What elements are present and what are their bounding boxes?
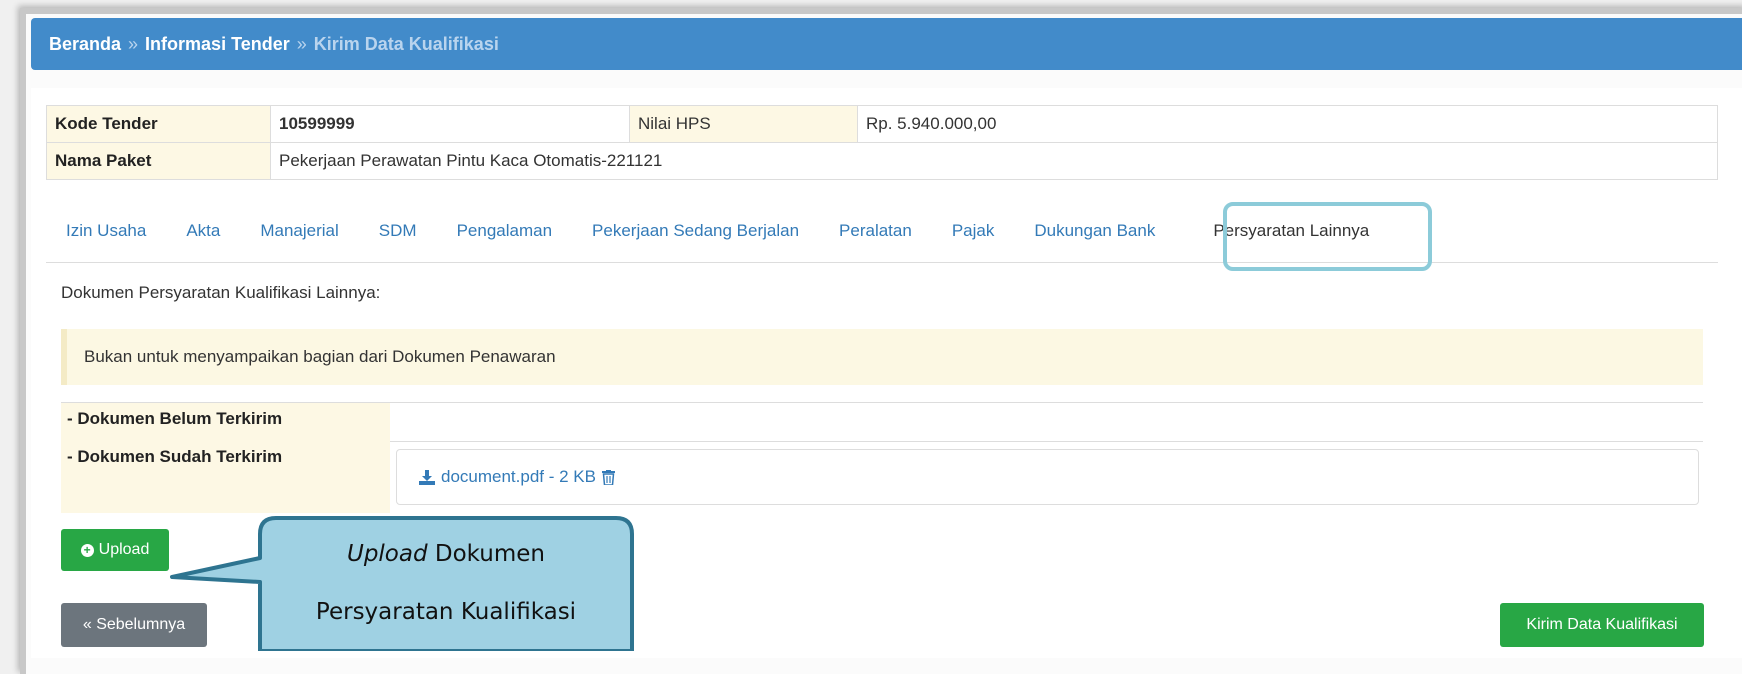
callout-line-1: Upload Dokumen [347, 525, 545, 583]
nilai-hps-value: Rp. 5.940.000,00 [857, 105, 1718, 143]
download-icon [419, 469, 435, 485]
breadcrumb-separator: » [128, 33, 139, 54]
nama-paket-value: Pekerjaan Perawatan Pintu Kaca Otomatis-… [270, 142, 1718, 180]
sent-file-box: document.pdf - 2 KB [396, 449, 1699, 505]
tab-izin-usaha[interactable]: Izin Usaha [46, 221, 166, 241]
upload-button-label: Upload [98, 541, 150, 558]
tab-pekerjaan-sedang-berjalan[interactable]: Pekerjaan Sedang Berjalan [572, 221, 819, 241]
breadcrumb-info[interactable]: Informasi Tender [145, 34, 290, 55]
tab-pajak[interactable]: Pajak [932, 221, 1015, 241]
table-row: Nama Paket Pekerjaan Perawatan Pintu Kac… [46, 142, 1718, 180]
trash-icon[interactable] [601, 469, 615, 485]
nama-paket-label: Nama Paket [46, 142, 271, 180]
kirim-data-kualifikasi-button[interactable]: Kirim Data Kualifikasi [1500, 603, 1704, 647]
upload-callout: Upload Dokumen Persyaratan Kualifikasi [160, 510, 640, 651]
table-row: Kode Tender 10599999 Nilai HPS Rp. 5.940… [46, 105, 1718, 143]
tab-pengalaman[interactable]: Pengalaman [437, 221, 572, 241]
breadcrumb-separator: » [296, 33, 307, 54]
file-download-link[interactable]: document.pdf - 2 KB [441, 467, 596, 487]
tab-akta[interactable]: Akta [166, 221, 240, 241]
dokumen-sudah-label: - Dokumen Sudah Terkirim [61, 441, 390, 513]
active-tab-highlight [1223, 202, 1432, 271]
breadcrumb-home[interactable]: Beranda [49, 34, 121, 55]
breadcrumb: Beranda » Informasi Tender » Kirim Data … [31, 18, 1742, 70]
kode-tender-value: 10599999 [270, 105, 630, 143]
upload-button[interactable]: + Upload [61, 529, 169, 571]
tab-dukungan-bank[interactable]: Dukungan Bank [1014, 221, 1175, 241]
tab-peralatan[interactable]: Peralatan [819, 221, 932, 241]
callout-line-1-rest: Dokumen [427, 540, 545, 567]
callout-text: Upload Dokumen Persyaratan Kualifikasi [260, 514, 632, 651]
kode-tender-label: Kode Tender [46, 105, 271, 143]
nilai-hps-label: Nilai HPS [629, 105, 858, 143]
table-row: - Dokumen Belum Terkirim [61, 402, 1703, 442]
qualification-tabs: Izin Usaha Akta Manajerial SDM Pengalama… [46, 200, 1718, 263]
warning-alert: Bukan untuk menyampaikan bagian dari Dok… [61, 329, 1703, 385]
callout-line-2: Persyaratan Kualifikasi [315, 598, 577, 625]
callout-italic: Upload [346, 540, 428, 567]
tab-sdm[interactable]: SDM [359, 221, 437, 241]
document-heading: Dokumen Persyaratan Kualifikasi Lainnya: [61, 283, 381, 302]
tender-info-table: Kode Tender 10599999 Nilai HPS Rp. 5.940… [46, 105, 1718, 180]
plus-circle-icon: + [80, 543, 94, 557]
table-row: - Dokumen Sudah Terkirim document.pdf - … [61, 441, 1703, 513]
breadcrumb-current: Kirim Data Kualifikasi [313, 33, 499, 54]
tab-manajerial[interactable]: Manajerial [240, 221, 358, 241]
dokumen-belum-label: - Dokumen Belum Terkirim [61, 403, 390, 441]
